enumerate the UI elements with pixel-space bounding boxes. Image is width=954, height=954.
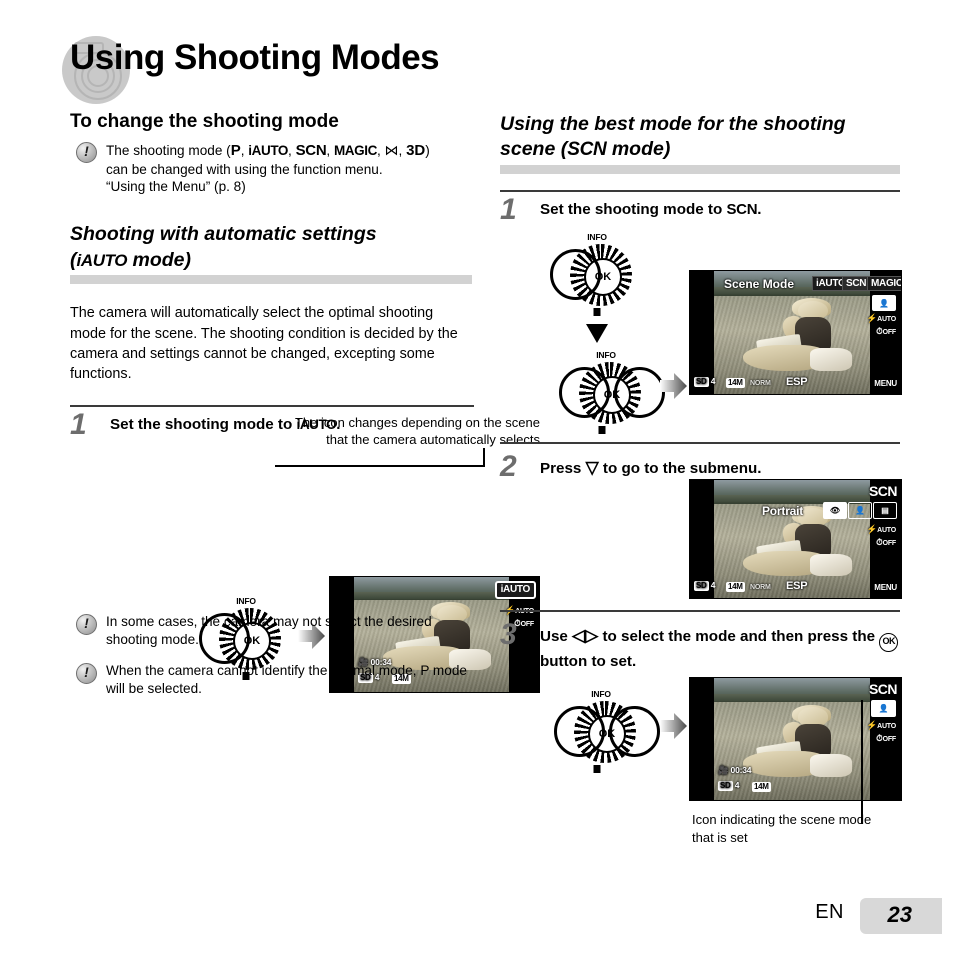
page-footer: EN 23 <box>0 0 954 954</box>
manual-page: Using Shooting Modes To change the shoot… <box>0 0 954 954</box>
page-number: 23 <box>887 902 912 927</box>
language-label: EN <box>815 901 844 923</box>
